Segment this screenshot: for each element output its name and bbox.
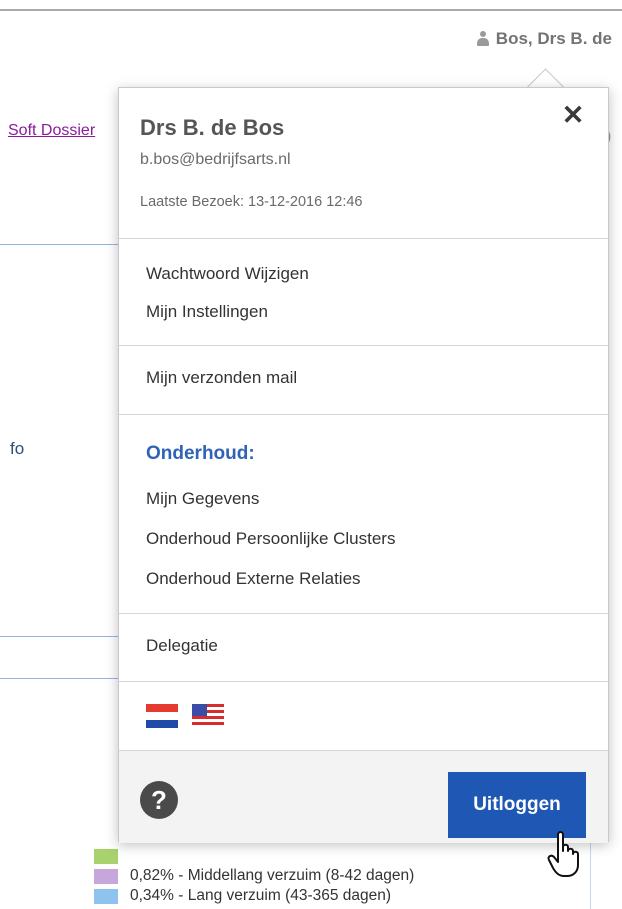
background-divider xyxy=(0,636,122,637)
delegation-section: Delegatie xyxy=(119,614,608,682)
legend-swatch xyxy=(94,848,118,864)
legend-item: 0,34% - Lang verzuim (43-365 dagen) xyxy=(94,886,414,906)
last-visit-info: Laatste Bezoek: 13-12-2016 12:46 xyxy=(140,194,363,210)
flag-united-states-icon[interactable] xyxy=(192,704,224,728)
popup-header: Drs B. de Bos b.bos@bedrijfsarts.nl Laat… xyxy=(119,88,608,239)
user-full-name: Drs B. de Bos xyxy=(140,115,285,140)
menu-item-my-details[interactable]: Mijn Gegevens xyxy=(146,489,608,509)
background-divider xyxy=(0,678,122,679)
legend-swatch xyxy=(94,868,118,884)
legend-swatch xyxy=(94,888,118,904)
mail-section: Mijn verzonden mail xyxy=(119,346,608,415)
user-menu-label: Bos, Drs B. de xyxy=(495,29,612,48)
background-link[interactable]: Soft Dossier xyxy=(8,122,123,140)
menu-item-external-relations[interactable]: Onderhoud Externe Relaties xyxy=(146,569,608,589)
menu-item-personal-clusters[interactable]: Onderhoud Persoonlijke Clusters xyxy=(146,529,608,549)
menu-item-sent-mail[interactable]: Mijn verzonden mail xyxy=(146,346,608,388)
maintenance-heading: Onderhoud: xyxy=(146,443,255,464)
chart-legend: 0,82% - Middellang verzuim (8-42 dagen) … xyxy=(94,846,414,906)
close-icon[interactable]: ✕ xyxy=(560,102,586,129)
maintenance-section: Onderhoud: Mijn Gegevens Onderhoud Perso… xyxy=(119,415,608,614)
user-menu-popup: Drs B. de Bos b.bos@bedrijfsarts.nl Laat… xyxy=(118,87,609,843)
menu-item-my-settings[interactable]: Mijn Instellingen xyxy=(146,302,608,322)
legend-item xyxy=(94,846,414,866)
help-icon[interactable]: ? xyxy=(140,781,178,819)
background-panel-border xyxy=(590,838,591,909)
menu-item-delegation[interactable]: Delegatie xyxy=(146,614,608,656)
menu-item-change-password[interactable]: Wachtwoord Wijzigen xyxy=(146,239,608,284)
flag-netherlands-icon[interactable] xyxy=(146,704,178,728)
hand-cursor-icon xyxy=(547,831,579,877)
legend-label: 0,82% - Middellang verzuim (8-42 dagen) xyxy=(130,867,415,884)
account-section: Wachtwoord Wijzigen Mijn Instellingen xyxy=(119,239,608,346)
user-icon xyxy=(476,31,489,47)
background-info-label: fo xyxy=(10,439,25,458)
popup-footer: ? Uitloggen xyxy=(119,751,608,843)
legend-label: 0,34% - Lang verzuim (43-365 dagen) xyxy=(130,887,392,904)
background-divider xyxy=(0,244,122,245)
user-menu-trigger[interactable]: Bos, Drs B. de xyxy=(476,26,612,52)
legend-item: 0,82% - Middellang verzuim (8-42 dagen) xyxy=(94,866,414,886)
user-email: b.bos@bedrijfsarts.nl xyxy=(140,151,291,168)
top-divider xyxy=(0,9,622,11)
language-section xyxy=(119,682,608,751)
